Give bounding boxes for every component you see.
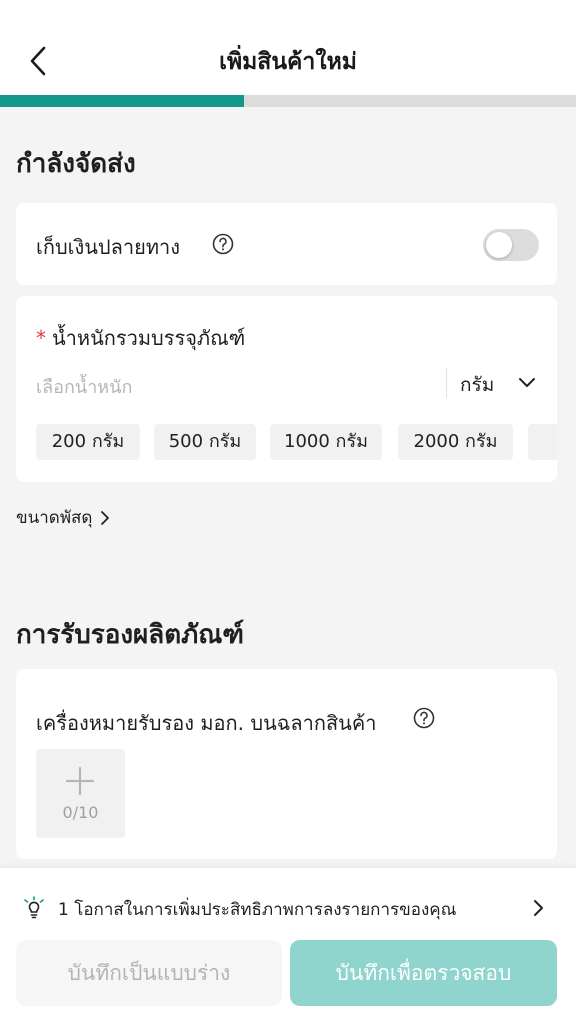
- certification-card: เครื่องหมายรับรอง มอก. บนฉลากสินค้า 0/10: [16, 669, 557, 859]
- shipping-section-title: กำลังจัดส่ง: [16, 149, 136, 179]
- optimization-tip[interactable]: 1 โอกาสในการเพิ่มประสิทธิภาพการลงรายการข…: [0, 890, 576, 930]
- save-draft-button[interactable]: บันทึกเป็นแบบร่าง: [16, 940, 282, 1006]
- weight-label: น้ำหนักรวมบรรจุภัณฑ์: [52, 326, 246, 350]
- weight-card: *น้ำหนักรวมบรรจุภัณฑ์ กรัม 200 กรัม 500 …: [16, 296, 557, 482]
- tip-text: 1 โอกาสในการเพิ่มประสิทธิภาพการลงรายการข…: [58, 900, 457, 920]
- cod-toggle[interactable]: [483, 229, 539, 261]
- lightbulb-icon: [24, 896, 44, 919]
- help-icon[interactable]: [212, 233, 234, 255]
- bottom-action-bar: 1 โอกาสในการเพิ่มประสิทธิภาพการลงรายการข…: [0, 868, 576, 1024]
- weight-preset-chip[interactable]: 200 กรัม: [36, 424, 140, 460]
- progress-fill: [0, 95, 245, 107]
- required-mark: *: [36, 326, 46, 350]
- chevron-down-icon: [519, 378, 535, 387]
- upload-count: 0/10: [62, 803, 99, 822]
- tisi-label: เครื่องหมายรับรอง มอก. บนฉลากสินค้า: [36, 711, 377, 735]
- chevron-right-icon: [534, 900, 543, 916]
- plus-icon: [65, 766, 95, 796]
- cod-label: เก็บเงินปลายทาง: [36, 235, 180, 259]
- weight-label-row: * น้ำหนักรวมบรรจุภัณฑ์: [36, 322, 245, 354]
- weight-preset-chip[interactable]: 2000 กรัม: [398, 424, 513, 460]
- help-icon[interactable]: [413, 707, 435, 729]
- unit-label: กรัม: [460, 374, 495, 396]
- weight-preset-chip-partial[interactable]: [528, 424, 557, 460]
- weight-input[interactable]: [36, 372, 436, 402]
- toggle-knob: [486, 232, 512, 258]
- package-size-link[interactable]: ขนาดพัสดุ: [16, 504, 112, 531]
- divider: [446, 368, 447, 398]
- save-for-review-button[interactable]: บันทึกเพื่อตรวจสอบ: [290, 940, 557, 1006]
- weight-preset-chip[interactable]: 500 กรัม: [154, 424, 256, 460]
- chevron-right-icon: [101, 511, 110, 525]
- certification-section-title: การรับรองผลิตภัณฑ์: [16, 620, 244, 650]
- page-title: เพิ่มสินค้าใหม่: [219, 49, 357, 75]
- header: เพิ่มสินค้าใหม่: [0, 0, 576, 95]
- cod-card: เก็บเงินปลายทาง: [16, 203, 557, 285]
- package-size-label: ขนาดพัสดุ: [16, 508, 93, 528]
- upload-image-button[interactable]: 0/10: [36, 749, 125, 838]
- progress-bar: [0, 95, 576, 107]
- weight-preset-chip[interactable]: 1000 กรัม: [270, 424, 382, 460]
